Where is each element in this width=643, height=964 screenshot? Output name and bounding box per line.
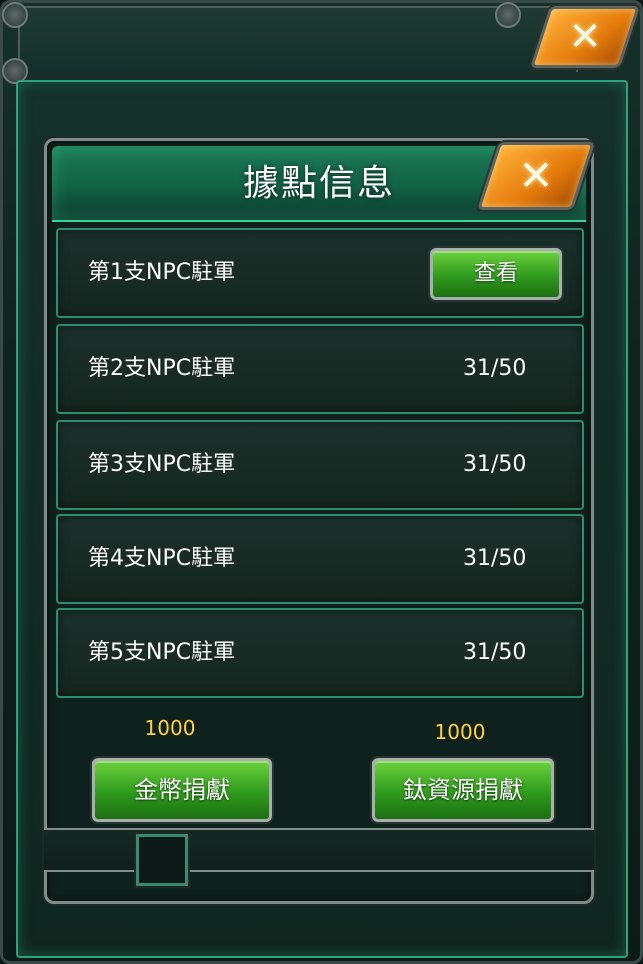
close-x-icon: ✕ bbox=[568, 14, 602, 60]
item-slot[interactable] bbox=[136, 834, 188, 886]
list-item: 第5支NPC駐軍 31/50 bbox=[56, 608, 584, 698]
dialog-close-button[interactable]: ✕ bbox=[476, 142, 596, 210]
corner-bolt bbox=[495, 2, 521, 28]
titanium-cost: 1000 bbox=[434, 720, 486, 744]
list-item: 第1支NPC駐軍 查看 bbox=[56, 228, 584, 318]
row-label: 第1支NPC駐軍 bbox=[88, 260, 236, 285]
close-x-icon: ✕ bbox=[518, 151, 554, 200]
row-count: 31/50 bbox=[463, 452, 527, 477]
row-label: 第3支NPC駐軍 bbox=[88, 452, 236, 477]
list-item: 第4支NPC駐軍 31/50 bbox=[56, 514, 584, 604]
row-label: 第4支NPC駐軍 bbox=[88, 546, 236, 571]
titanium-donate-button[interactable]: 鈦資源捐獻 bbox=[372, 758, 554, 822]
list-item: 第2支NPC駐軍 31/50 bbox=[56, 324, 584, 414]
row-count: 31/50 bbox=[463, 356, 527, 381]
gold-cost: 1000 bbox=[144, 716, 196, 740]
dialog-footer-bar bbox=[44, 828, 594, 872]
outer-close-button[interactable]: ✕ bbox=[529, 6, 641, 68]
row-label: 第2支NPC駐軍 bbox=[88, 356, 236, 381]
outer-window-header bbox=[18, 6, 578, 72]
row-count: 31/50 bbox=[463, 546, 527, 571]
row-label: 第5支NPC駐軍 bbox=[88, 640, 236, 665]
corner-bolt bbox=[2, 2, 28, 28]
row-count: 31/50 bbox=[463, 640, 527, 665]
gold-donate-button[interactable]: 金幣捐獻 bbox=[92, 758, 272, 822]
list-item: 第3支NPC駐軍 31/50 bbox=[56, 420, 584, 510]
view-button[interactable]: 查看 bbox=[430, 248, 562, 300]
